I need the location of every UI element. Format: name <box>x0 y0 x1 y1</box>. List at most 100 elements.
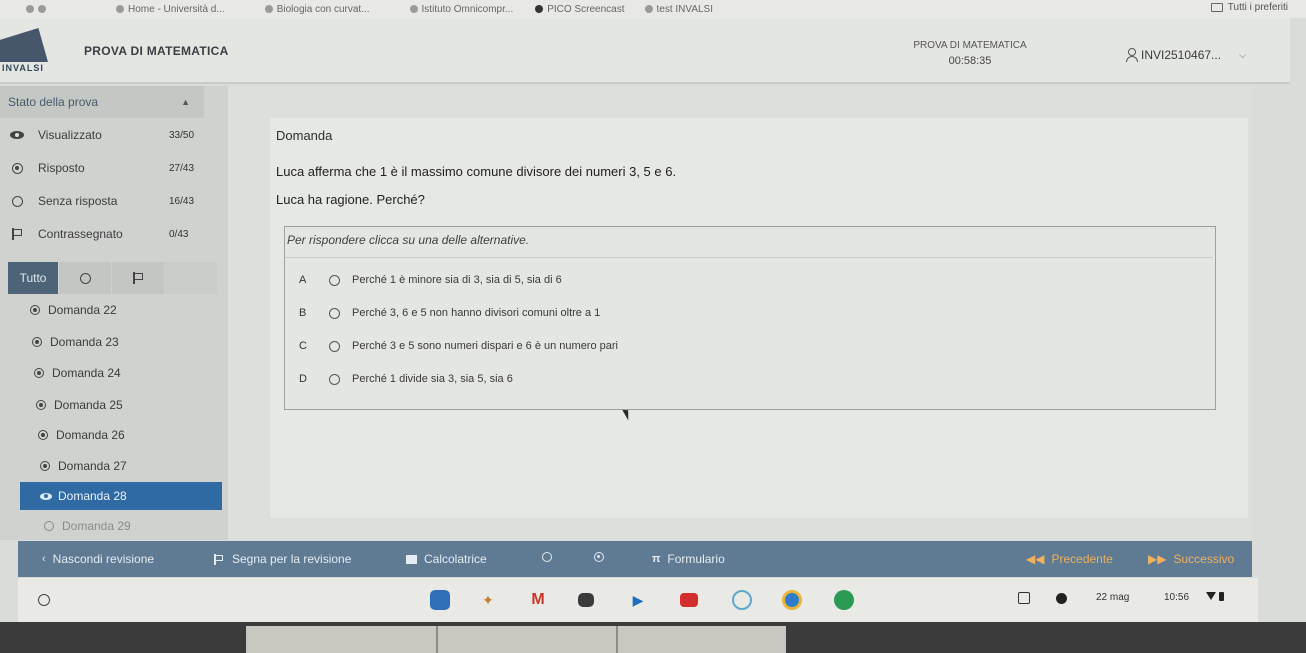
bookmark-label: Biologia con curvat... <box>276 3 370 15</box>
star-app-icon[interactable]: ✦ <box>478 590 498 610</box>
mark-review-button[interactable]: Segna per la revisione <box>214 552 351 566</box>
all-bookmarks[interactable]: Tutti i preferiti <box>1210 2 1288 13</box>
bookmark-item[interactable]: test INVALSI <box>644 4 713 15</box>
photos-icon[interactable] <box>732 590 752 610</box>
calculator-button[interactable]: Calcolatrice <box>406 552 487 566</box>
question-item-28[interactable]: Domanda 28 <box>20 482 222 510</box>
notification-icon[interactable] <box>1056 593 1067 604</box>
formulary-button[interactable]: π Formulario <box>652 552 725 566</box>
radio-checked-icon <box>36 400 46 410</box>
option-text: Perché 1 divide sia 3, sia 5, sia 6 <box>352 373 513 385</box>
bookmark-item[interactable]: Home - Università d... <box>116 4 225 15</box>
question-label: Domanda 28 <box>58 489 127 503</box>
gmail-icon[interactable]: M <box>528 590 548 610</box>
radio-checked-icon <box>30 305 40 315</box>
question-label: Domanda 24 <box>52 366 121 380</box>
filter-all-tab[interactable]: Tutto <box>8 262 59 294</box>
question-label: Domanda 27 <box>58 459 127 473</box>
zoom-out-button[interactable] <box>542 552 552 562</box>
apps-icon <box>26 5 34 13</box>
bottom-toolbar: ‹ Nascondi revisione Segna per la revisi… <box>18 541 1252 577</box>
radio-checked-icon <box>38 430 48 440</box>
bookmark-item[interactable]: Biologia con curvat... <box>264 3 370 15</box>
question-heading: Domanda <box>276 128 333 143</box>
exam-info: PROVA DI MATEMATICA 00:58:35 <box>880 40 1060 67</box>
status-panel-toggle[interactable]: Stato della prova ▲ <box>0 86 204 118</box>
option-a[interactable]: A Perché 1 è minore sia di 3, sia di 5, … <box>299 268 562 292</box>
screen: Home - Università d... Biologia con curv… <box>0 0 1306 653</box>
bookmark-label: Istituto Omnicompr... <box>421 3 514 15</box>
option-d[interactable]: D Perché 1 divide sia 3, sia 5, sia 6 <box>299 367 513 391</box>
hide-review-label: Nascondi revisione <box>52 552 155 566</box>
user-menu[interactable]: INVI2510467... ⌵ <box>1125 48 1246 62</box>
question-item-29[interactable]: Domanda 29 <box>44 512 234 540</box>
zoom-in-button[interactable] <box>594 552 604 562</box>
eye-icon <box>10 128 24 142</box>
radio-checked-icon <box>40 461 50 471</box>
previous-button[interactable]: ◀◀ Precedente <box>1026 552 1113 566</box>
flag-icon <box>10 227 24 241</box>
stat-unanswered: Senza risposta 16/43 <box>10 186 205 216</box>
radio-empty-icon <box>44 521 54 531</box>
question-item-23[interactable]: Domanda 23 <box>32 328 222 356</box>
question-item-24[interactable]: Domanda 24 <box>34 359 224 387</box>
bookmark-item[interactable]: PICO Screencast <box>535 4 625 15</box>
stat-label: Risposto <box>38 161 85 175</box>
option-text: Perché 1 è minore sia di 3, sia di 5, si… <box>352 274 562 286</box>
bookmark-icon <box>264 5 273 13</box>
hide-review-button[interactable]: ‹ Nascondi revisione <box>42 552 154 566</box>
logo-shape <box>0 28 48 62</box>
shelf-date[interactable]: 22 mag <box>1096 592 1129 603</box>
radio-empty-icon <box>329 307 340 319</box>
pi-icon: π <box>652 553 661 565</box>
question-prompt: Luca ha ragione. Perché? <box>276 192 425 207</box>
option-c[interactable]: C Perché 3 e 5 sono numeri dispari e 6 è… <box>299 334 618 358</box>
question-item-26[interactable]: Domanda 26 <box>38 421 228 449</box>
bookmark-icon <box>409 5 418 13</box>
launcher-icon[interactable] <box>38 594 50 606</box>
all-bookmarks-label: Tutti i preferiti <box>1227 2 1288 13</box>
question-item-25[interactable]: Domanda 25 <box>36 391 226 419</box>
shelf-time[interactable]: 10:56 <box>1164 592 1189 603</box>
flag-icon <box>132 272 144 284</box>
answer-box: Per rispondere clicca su una delle alter… <box>284 226 1216 410</box>
screencast-icon[interactable] <box>578 593 594 607</box>
filter-extra-tab[interactable] <box>165 262 218 294</box>
question-item-27[interactable]: Domanda 27 <box>40 452 230 480</box>
apps-shortcut[interactable] <box>26 5 46 13</box>
bookmark-item[interactable]: Istituto Omnicompr... <box>409 3 514 15</box>
logo-text: INVALSI <box>2 63 44 73</box>
stat-count: 27/43 <box>169 162 195 174</box>
radio-empty-icon <box>10 194 24 208</box>
filter-flagged-tab[interactable] <box>112 262 165 294</box>
filter-unanswered-tab[interactable] <box>59 262 112 294</box>
classroom-icon[interactable] <box>834 590 854 610</box>
next-button[interactable]: ▶▶ Successivo <box>1148 552 1234 566</box>
question-filter: Tutto <box>8 262 218 294</box>
bookmarks-bar: Home - Università d... Biologia con curv… <box>0 0 1306 18</box>
radio-empty-icon <box>329 340 340 352</box>
files-app-icon[interactable] <box>430 590 450 610</box>
question-label: Domanda 23 <box>50 335 119 349</box>
option-text: Perché 3, 6 e 5 non hanno divisori comun… <box>352 307 601 319</box>
stat-count: 0/43 <box>169 228 189 240</box>
play-store-icon[interactable]: ▶ <box>628 590 648 610</box>
screenshot-icon[interactable] <box>1018 592 1030 604</box>
stat-label: Contrassegnato <box>38 227 123 241</box>
answer-options: A Perché 1 è minore sia di 3, sia di 5, … <box>285 257 1213 407</box>
option-letter: C <box>299 340 307 352</box>
option-b[interactable]: B Perché 3, 6 e 5 non hanno divisori com… <box>299 301 600 325</box>
folder-icon <box>1210 3 1223 12</box>
chrome-icon[interactable] <box>782 590 802 610</box>
question-item-22[interactable]: Domanda 22 <box>30 296 220 324</box>
next-icon: ▶▶ <box>1148 552 1167 566</box>
wifi-icon <box>1206 592 1216 600</box>
eye-icon <box>40 492 52 500</box>
exam-title: PROVA DI MATEMATICA <box>913 40 1027 51</box>
user-icon <box>1125 48 1138 62</box>
sidebar: Stato della prova ▲ Visualizzato 33/50 R… <box>0 86 228 540</box>
os-shelf: ✦ M ▶ 22 mag 10:56 <box>18 578 1258 622</box>
youtube-icon[interactable] <box>680 593 698 607</box>
question-label: Domanda 22 <box>48 303 117 317</box>
radio-empty-icon <box>329 373 340 385</box>
